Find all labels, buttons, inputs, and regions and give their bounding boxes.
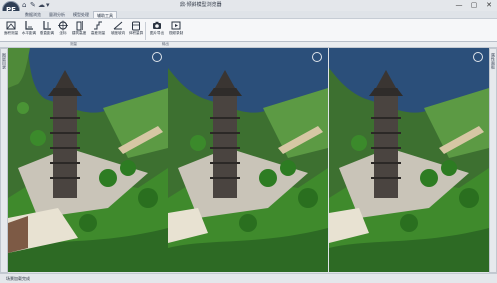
elevation-diff-label: 高差测量 <box>90 31 106 35</box>
volume-icon <box>132 21 140 31</box>
volume-label: 体积量算 <box>128 31 144 35</box>
scene-render <box>329 48 489 272</box>
maximize-button[interactable]: ▢ <box>467 0 481 10</box>
elevation-diff-button[interactable]: 高差测量 <box>88 20 108 42</box>
tab-model[interactable]: 模型处理 <box>70 11 92 18</box>
volume-button[interactable]: 体积量算 <box>126 20 146 42</box>
cloud-icon[interactable]: ☁ <box>38 1 45 9</box>
status-text: 场景加载完成 <box>6 276 30 281</box>
target-icon <box>58 20 68 31</box>
slope-aspect-button[interactable]: 坡度坡向 <box>108 20 128 42</box>
quick-access-dropdown-icon[interactable]: ▾ <box>46 1 50 9</box>
ruler-area-icon <box>6 21 16 30</box>
video-export-icon <box>171 21 181 30</box>
area-measure-button[interactable]: 面积测量 <box>1 20 21 42</box>
tab-tools[interactable]: 辅助工具 <box>93 11 117 18</box>
export-image-button[interactable]: 图片导出 <box>147 20 167 42</box>
title-bar: PE ⌂ ✎ ☁ ▾ 鼎·倾斜模型浏览器 — ▢ ✕ <box>0 0 497 19</box>
right-panel-label: 属性面板 <box>491 53 496 69</box>
ruler-vertical-icon <box>43 21 51 30</box>
viewport-left[interactable] <box>8 48 168 272</box>
scene-render <box>168 48 328 272</box>
slope-icon <box>113 21 123 30</box>
building-height-icon <box>76 21 83 31</box>
building-height-label: 建筑高度 <box>71 31 87 35</box>
slope-aspect-label: 坡度坡向 <box>110 31 126 35</box>
horizontal-distance-button[interactable]: 水平距离 <box>19 20 39 42</box>
compass-icon[interactable] <box>312 52 322 62</box>
ribbon-separator <box>145 22 146 40</box>
minimize-button[interactable]: — <box>452 0 466 10</box>
status-bar: 场景加载完成 <box>0 273 497 283</box>
building-height-button[interactable]: 建筑高度 <box>69 20 89 42</box>
elevation-diff-icon <box>94 21 102 30</box>
ruler-horizontal-icon <box>25 21 33 30</box>
ribbon-tabs: 数据浏览 量测分析 模型处理 辅助工具 <box>0 11 497 18</box>
scene-render <box>8 48 168 272</box>
export-image-label: 图片导出 <box>149 31 165 35</box>
tab-measure[interactable]: 量测分析 <box>46 11 68 18</box>
viewport-right[interactable] <box>329 48 489 272</box>
compass-icon[interactable] <box>473 52 483 62</box>
area-measure-label: 面积测量 <box>3 31 19 35</box>
ribbon-toolbar: 面积测量 水平距离 垂直距离 坐标 建筑高度 高差测量 坡度坡向 体积量算 图片… <box>0 18 497 42</box>
record-video-button[interactable]: 视频录制 <box>166 20 186 42</box>
left-side-panel[interactable]: 图层目录 <box>0 48 8 273</box>
tab-data-browse[interactable]: 数据浏览 <box>22 11 44 18</box>
viewport-center[interactable] <box>168 48 328 272</box>
camera-icon <box>153 21 161 29</box>
left-panel-label: 图层目录 <box>2 53 7 69</box>
close-button[interactable]: ✕ <box>482 0 496 10</box>
right-side-panel[interactable]: 属性面板 <box>489 48 497 273</box>
compass-icon[interactable] <box>152 52 162 62</box>
group-label-measure: 测量 <box>70 42 77 46</box>
home-icon[interactable]: ⌂ <box>22 1 26 9</box>
window-title: 鼎·倾斜模型浏览器 <box>180 2 222 8</box>
horizontal-distance-label: 水平距离 <box>21 31 37 35</box>
record-video-label: 视频录制 <box>168 31 184 35</box>
edit-icon[interactable]: ✎ <box>30 1 36 9</box>
group-label-output: 输出 <box>162 42 169 46</box>
